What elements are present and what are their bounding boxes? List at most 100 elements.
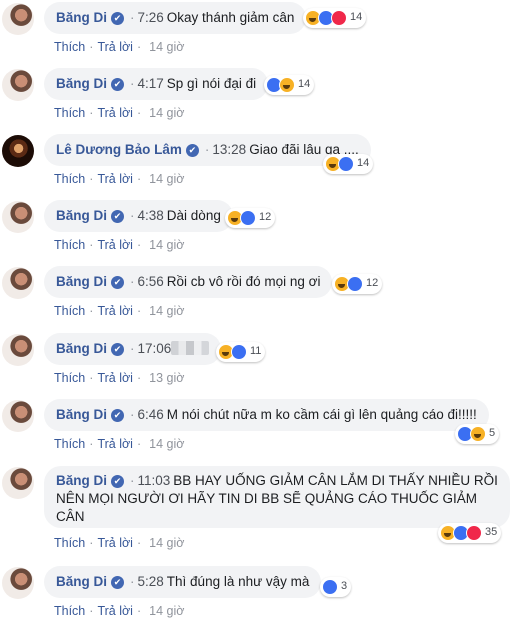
reaction-summary[interactable]: 3 bbox=[320, 577, 352, 597]
separator: · bbox=[89, 238, 94, 252]
comment-age[interactable]: 14 giờ bbox=[149, 106, 184, 120]
comment-age[interactable]: 14 giờ bbox=[149, 536, 184, 550]
comment-actions: Thích · Trả lời · 14 giờ bbox=[54, 172, 184, 186]
reply-link[interactable]: Trả lời bbox=[97, 536, 133, 550]
comment-time: 11:03 bbox=[137, 473, 171, 488]
comment-age[interactable]: 14 giờ bbox=[149, 40, 184, 54]
separator: · bbox=[136, 371, 142, 385]
avatar[interactable] bbox=[2, 201, 34, 233]
blurred-text bbox=[171, 341, 210, 355]
comment-age[interactable]: 14 giờ bbox=[149, 604, 184, 618]
comment-age[interactable]: 13 giờ bbox=[149, 371, 184, 385]
comment-actions: Thích · Trả lời · 14 giờ bbox=[54, 106, 184, 120]
like-reaction-icon bbox=[322, 579, 338, 595]
comment-time: 4:17 bbox=[137, 76, 164, 91]
reaction-count: 5 bbox=[489, 427, 496, 439]
avatar[interactable] bbox=[2, 69, 34, 101]
like-link[interactable]: Thích bbox=[54, 437, 85, 451]
comment-age[interactable]: 14 giờ bbox=[149, 304, 184, 318]
reply-link[interactable]: Trả lời bbox=[97, 172, 133, 186]
comment-time: 6:46 bbox=[137, 407, 164, 422]
like-link[interactable]: Thích bbox=[54, 238, 85, 252]
reply-link[interactable]: Trả lời bbox=[97, 437, 133, 451]
haha-reaction-icon bbox=[470, 426, 486, 442]
separator: · bbox=[130, 274, 135, 289]
reaction-count: 14 bbox=[298, 78, 311, 90]
like-reaction-icon bbox=[240, 210, 256, 226]
reply-link[interactable]: Trả lời bbox=[97, 604, 133, 618]
avatar[interactable] bbox=[2, 3, 34, 35]
separator: · bbox=[89, 172, 94, 186]
comment-author[interactable]: Băng Di bbox=[56, 473, 107, 488]
comment-bubble: Băng Di ✔ · 4:38 Dài dòng bbox=[44, 200, 233, 232]
reaction-summary[interactable]: 11 bbox=[216, 342, 266, 362]
separator: · bbox=[89, 536, 94, 550]
like-link[interactable]: Thích bbox=[54, 40, 85, 54]
verified-badge-icon: ✔ bbox=[111, 576, 125, 589]
separator: · bbox=[89, 437, 94, 451]
reaction-summary[interactable]: 12 bbox=[332, 274, 383, 294]
separator: · bbox=[204, 142, 210, 157]
haha-reaction-icon bbox=[279, 77, 295, 93]
reaction-summary[interactable]: 14 bbox=[303, 8, 367, 28]
reaction-summary[interactable]: 5 bbox=[455, 424, 500, 444]
like-link[interactable]: Thích bbox=[54, 604, 85, 618]
reaction-count: 14 bbox=[357, 157, 370, 169]
separator: · bbox=[89, 604, 94, 618]
avatar[interactable] bbox=[2, 467, 34, 499]
verified-badge-icon: ✔ bbox=[185, 144, 199, 157]
comment-author[interactable]: Băng Di bbox=[56, 10, 107, 25]
reaction-summary[interactable]: 35 bbox=[438, 523, 502, 543]
comment-actions: Thích · Trả lời · 14 giờ bbox=[54, 238, 184, 252]
reaction-summary[interactable]: 12 bbox=[225, 208, 276, 228]
reply-link[interactable]: Trả lời bbox=[97, 304, 133, 318]
comment-author[interactable]: Băng Di bbox=[56, 407, 107, 422]
like-link[interactable]: Thích bbox=[54, 172, 85, 186]
comment-author[interactable]: Băng Di bbox=[56, 76, 107, 91]
comment-actions: Thích · Trả lời · 14 giờ bbox=[54, 40, 184, 54]
reaction-count: 3 bbox=[341, 580, 348, 592]
avatar[interactable] bbox=[2, 334, 34, 366]
comment-author[interactable]: Băng Di bbox=[56, 574, 107, 589]
like-link[interactable]: Thích bbox=[54, 371, 85, 385]
like-link[interactable]: Thích bbox=[54, 536, 85, 550]
reaction-summary[interactable]: 14 bbox=[323, 154, 374, 174]
separator: · bbox=[130, 341, 135, 356]
comment-author[interactable]: Băng Di bbox=[56, 341, 107, 356]
comment-time: 4:38 bbox=[137, 208, 164, 223]
like-link[interactable]: Thích bbox=[54, 106, 85, 120]
reply-link[interactable]: Trả lời bbox=[97, 40, 133, 54]
comment-text: Rồi cb vô rồi đó mọi ng ơi bbox=[166, 274, 321, 289]
separator: · bbox=[130, 208, 135, 223]
verified-badge-icon: ✔ bbox=[111, 78, 125, 91]
separator: · bbox=[136, 437, 142, 451]
comment-bubble: Băng Di ✔ · 6:46 M nói chút nữa m ko cầm cái… bbox=[44, 399, 489, 431]
comment-bubble: Băng Di ✔ · 7:26 Okay thánh giảm cân bbox=[44, 2, 307, 34]
like-link[interactable]: Thích bbox=[54, 304, 85, 318]
comment-bubble: Băng Di ✔ · 5:28 Thì đúng là như vậy mà bbox=[44, 566, 322, 598]
comment-age[interactable]: 14 giờ bbox=[149, 437, 184, 451]
verified-badge-icon: ✔ bbox=[111, 343, 125, 356]
reply-link[interactable]: Trả lời bbox=[97, 371, 133, 385]
separator: · bbox=[89, 371, 94, 385]
avatar[interactable] bbox=[2, 400, 34, 432]
comment-author[interactable]: Băng Di bbox=[56, 208, 107, 223]
comment-author[interactable]: Băng Di bbox=[56, 274, 107, 289]
reply-link[interactable]: Trả lời bbox=[97, 106, 133, 120]
comment-text: Sp gì nói đại đi bbox=[166, 76, 257, 91]
avatar[interactable] bbox=[2, 567, 34, 599]
comment-actions: Thích · Trả lời · 13 giờ bbox=[54, 371, 184, 385]
comment-text: Thì đúng là như vậy mà bbox=[166, 574, 310, 589]
comment-age[interactable]: 14 giờ bbox=[149, 172, 184, 186]
avatar[interactable] bbox=[2, 267, 34, 299]
verified-badge-icon: ✔ bbox=[111, 12, 125, 25]
comment-actions: Thích · Trả lời · 14 giờ bbox=[54, 604, 184, 618]
separator: · bbox=[130, 10, 135, 25]
avatar[interactable] bbox=[2, 135, 34, 167]
comment-age[interactable]: 14 giờ bbox=[149, 238, 184, 252]
comment-author[interactable]: Lê Dương Bảo Lâm bbox=[56, 142, 182, 157]
separator: · bbox=[136, 106, 142, 120]
reaction-summary[interactable]: 14 bbox=[264, 75, 315, 95]
separator: · bbox=[136, 304, 142, 318]
reply-link[interactable]: Trả lời bbox=[97, 238, 133, 252]
